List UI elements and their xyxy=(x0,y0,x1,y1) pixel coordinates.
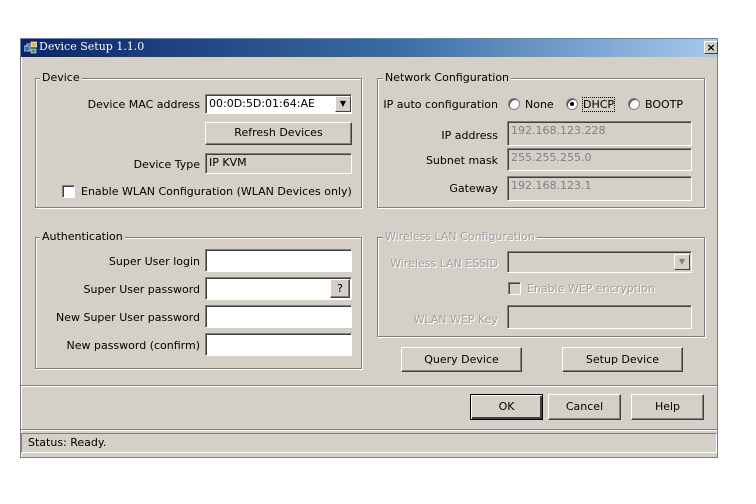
radio-bootp[interactable] xyxy=(628,98,640,110)
refresh-devices-button[interactable]: Refresh Devices xyxy=(205,122,352,145)
new-password-label: New Super User password xyxy=(55,311,200,324)
title-bar[interactable]: Device Setup 1.1.0 × xyxy=(21,39,718,57)
window-title: Device Setup 1.1.0 xyxy=(39,40,145,53)
ip-address-field: 192.168.123.228 xyxy=(507,121,692,146)
close-button[interactable]: × xyxy=(704,41,718,54)
network-group-legend: Network Configuration xyxy=(383,71,512,84)
wep-enable-checkbox xyxy=(508,282,521,295)
status-text: Status: Ready. xyxy=(28,436,107,449)
setup-device-button[interactable]: Setup Device xyxy=(562,347,683,372)
confirm-password-input[interactable] xyxy=(205,333,352,356)
wlan-enable-label[interactable]: Enable WLAN Configuration (WLAN Devices … xyxy=(81,185,352,198)
essid-chevron-down-icon: ▼ xyxy=(674,254,690,270)
login-label: Super User login xyxy=(108,255,200,268)
gateway-value: 192.168.123.1 xyxy=(511,179,592,192)
radio-dhcp-label[interactable]: DHCP xyxy=(581,97,616,112)
network-app-icon xyxy=(24,41,37,54)
wlan-enable-checkbox[interactable] xyxy=(62,185,75,198)
radio-dhcp-dot xyxy=(570,102,574,106)
authentication-group-legend: Authentication xyxy=(40,230,125,243)
device-type-value: IP KVM xyxy=(209,156,247,169)
confirm-password-label: New password (confirm) xyxy=(66,339,200,352)
essid-select xyxy=(507,251,692,273)
password-help-button[interactable]: ? xyxy=(330,279,350,298)
password-label: Super User password xyxy=(83,283,200,296)
new-password-input[interactable] xyxy=(205,305,352,328)
gateway-label: Gateway xyxy=(449,182,498,195)
mac-label: Device MAC address xyxy=(87,98,200,111)
status-bar: Status: Ready. xyxy=(21,433,717,453)
help-button[interactable]: Help xyxy=(631,394,704,420)
ip-address-value: 192.168.123.228 xyxy=(511,124,606,137)
login-input[interactable] xyxy=(205,249,352,272)
footer-separator xyxy=(21,385,717,387)
subnet-mask-field: 255.255.255.0 xyxy=(507,148,692,171)
status-separator xyxy=(21,429,717,431)
mac-select[interactable]: 00:0D:5D:01:64:AE xyxy=(205,94,352,114)
radio-bootp-label[interactable]: BOOTP xyxy=(645,98,683,111)
essid-label: Wireless LAN ESSID xyxy=(390,257,498,270)
device-type-label: Device Type xyxy=(133,158,200,171)
device-group-legend: Device xyxy=(40,71,82,84)
wep-key-label: WLAN WEP Key xyxy=(413,313,498,326)
ip-auto-label: IP auto configuration xyxy=(383,98,498,111)
chevron-down-icon[interactable]: ▼ xyxy=(335,96,351,112)
ip-address-label: IP address xyxy=(441,129,498,142)
device-type-field: IP KVM xyxy=(205,153,352,174)
query-device-button[interactable]: Query Device xyxy=(401,347,522,372)
wep-key-field xyxy=(507,305,692,329)
radio-dhcp[interactable] xyxy=(566,98,578,110)
subnet-mask-label: Subnet mask xyxy=(425,154,498,167)
subnet-mask-value: 255.255.255.0 xyxy=(511,151,592,164)
radio-none[interactable] xyxy=(508,98,520,110)
ok-button[interactable]: OK xyxy=(470,394,543,420)
wep-enable-label: Enable WEP encryption xyxy=(527,282,655,295)
close-icon: × xyxy=(706,41,716,54)
gateway-field: 192.168.123.1 xyxy=(507,176,692,201)
radio-none-label[interactable]: None xyxy=(525,98,554,111)
mac-select-value: 00:0D:5D:01:64:AE xyxy=(209,97,315,110)
cancel-button[interactable]: Cancel xyxy=(548,394,621,420)
wireless-group-legend: Wireless LAN Configuration xyxy=(383,230,537,243)
